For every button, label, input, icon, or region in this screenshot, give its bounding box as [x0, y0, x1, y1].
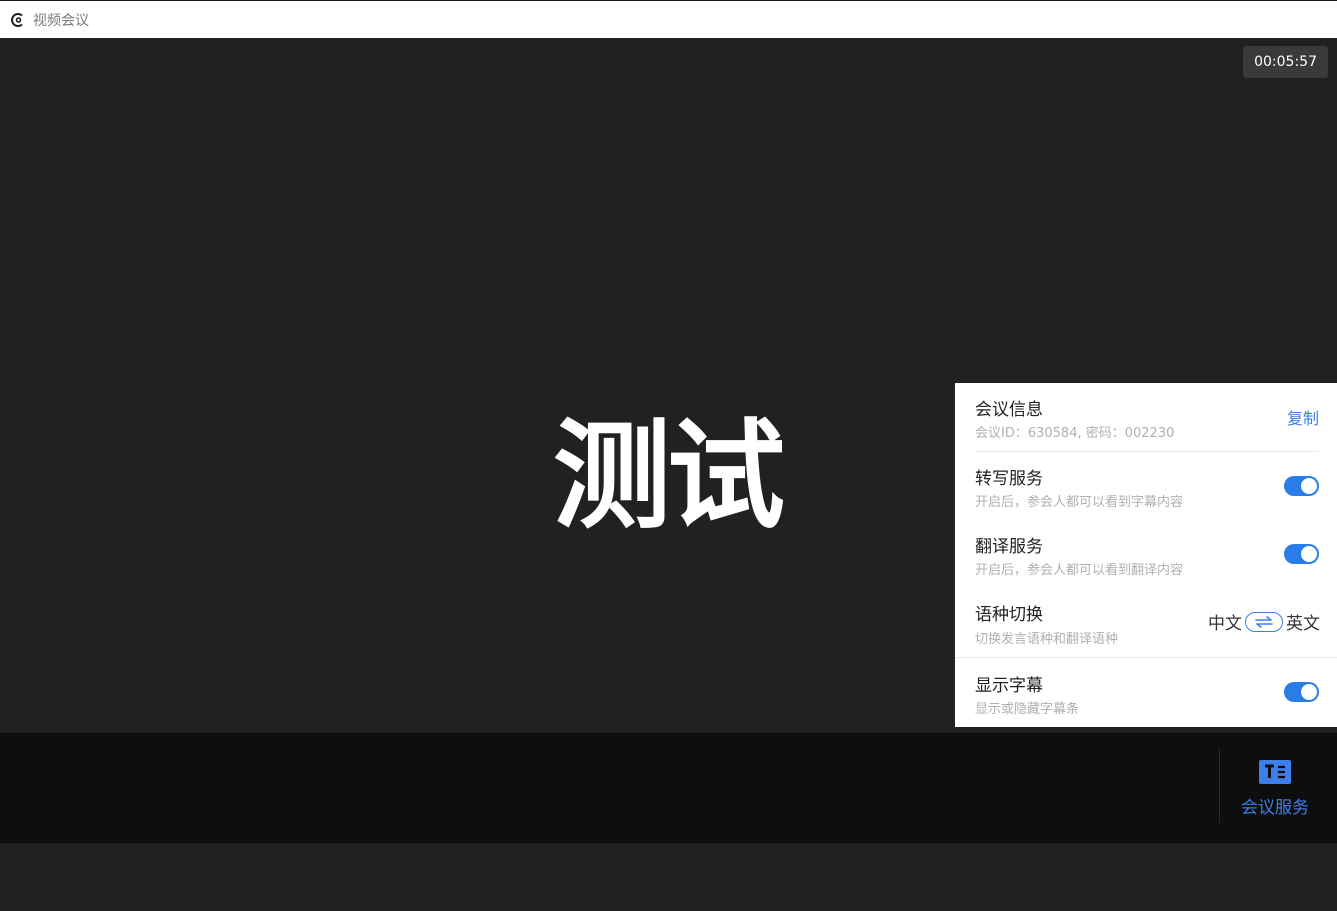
translate-service-label: 翻译服务 [975, 537, 1043, 557]
toggle-knob [1301, 478, 1317, 494]
transcribe-service-row: 转写服务 开启后，参会人都可以看到字幕内容 [955, 451, 1337, 519]
toggle-knob [1301, 546, 1317, 562]
meeting-info-row: 会议信息 会议ID：630584, 密码：002230 复制 [955, 383, 1337, 451]
show-subtitles-row: 显示字幕 显示或隐藏字幕条 [955, 657, 1337, 727]
toggle-knob [1301, 684, 1317, 700]
translate-service-row: 翻译服务 开启后，参会人都可以看到翻译内容 [955, 519, 1337, 587]
meeting-timer: 00:05:57 [1243, 46, 1328, 78]
language-switch-desc: 切换发言语种和翻译语种 [975, 632, 1119, 647]
meeting-service-button[interactable]: 会议服务 [1226, 755, 1324, 825]
language-switch-label: 语种切换 [975, 605, 1043, 625]
window-title: 视频会议 [33, 12, 89, 29]
video-caption-text: 测试 [553, 407, 785, 545]
transcribe-service-label: 转写服务 [975, 469, 1043, 489]
bottom-toolbar: 会议服务 [0, 733, 1337, 843]
language-switch-control: 中文 英文 [1208, 609, 1320, 634]
translate-service-desc: 开启后，参会人都可以看到翻译内容 [975, 563, 1184, 578]
show-subtitles-toggle[interactable] [1284, 682, 1319, 702]
source-language[interactable]: 中文 [1208, 609, 1242, 634]
meeting-service-panel: 会议信息 会议ID：630584, 密码：002230 复制 转写服务 开启后，… [955, 383, 1337, 727]
meeting-id-password: 会议ID：630584, 密码：002230 [975, 426, 1175, 441]
target-language[interactable]: 英文 [1286, 609, 1320, 634]
meeting-service-label: 会议服务 [1241, 798, 1309, 818]
caption-text-icon [1258, 759, 1292, 785]
transcribe-service-toggle[interactable] [1284, 476, 1319, 496]
swap-language-button[interactable] [1245, 611, 1283, 632]
toolbar-divider [1219, 748, 1220, 823]
show-subtitles-desc: 显示或隐藏字幕条 [975, 702, 1080, 717]
app-logo-icon [10, 12, 26, 28]
meeting-info-label: 会议信息 [975, 400, 1043, 420]
transcribe-service-desc: 开启后，参会人都可以看到字幕内容 [975, 495, 1184, 510]
show-subtitles-label: 显示字幕 [975, 676, 1043, 696]
copy-button[interactable]: 复制 [1287, 405, 1319, 429]
title-bar: 视频会议 [0, 0, 1337, 38]
swap-icon [1253, 615, 1275, 628]
translate-service-toggle[interactable] [1284, 544, 1319, 564]
bottom-area [0, 843, 1337, 911]
